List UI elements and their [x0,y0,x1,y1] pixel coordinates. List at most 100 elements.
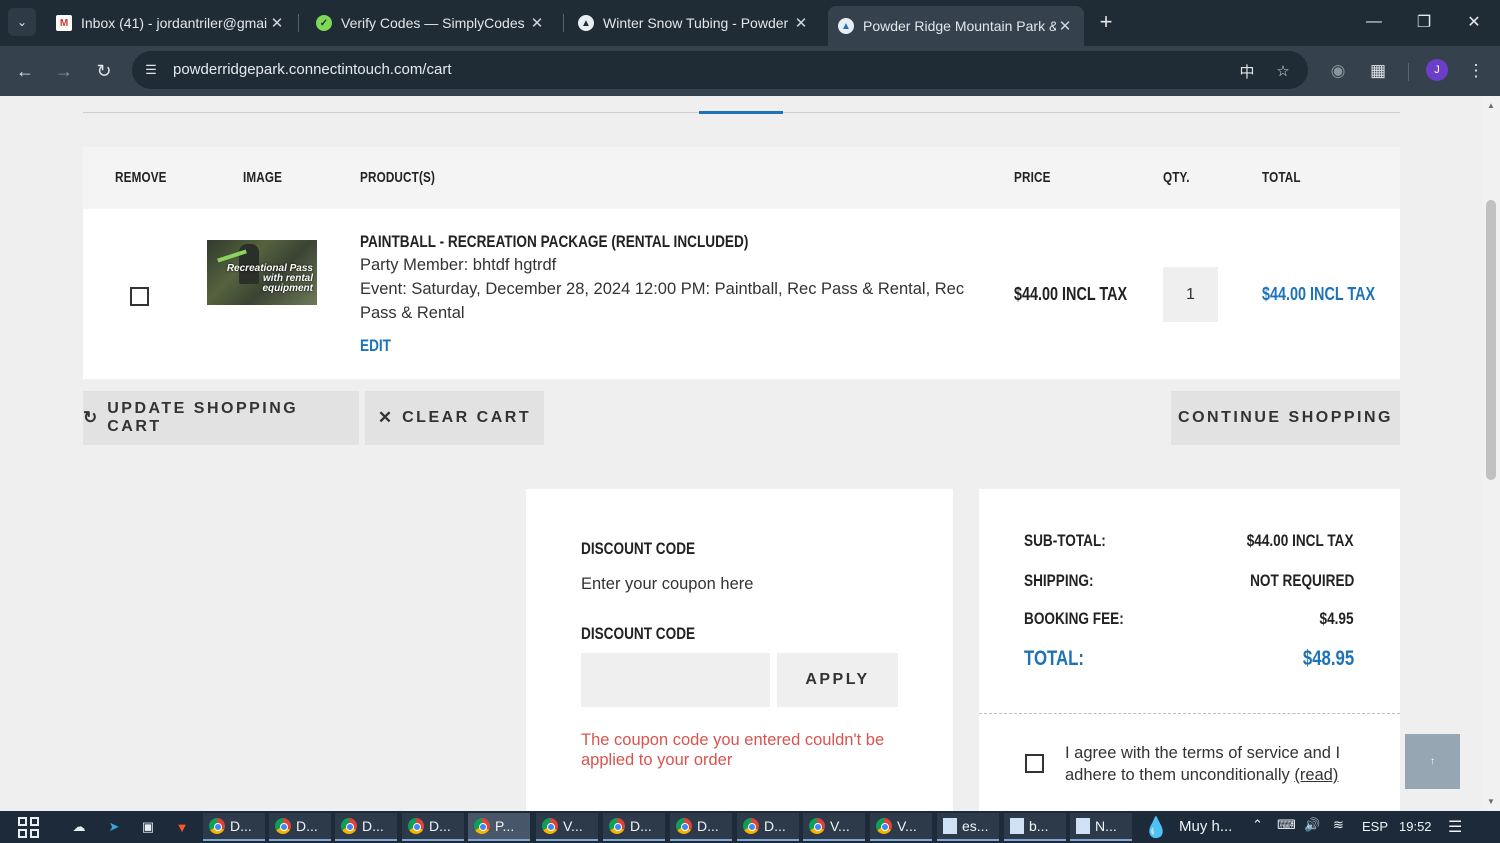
taskbar-app-label: D... [630,818,652,834]
subtotal-label: SUB-TOTAL: [1024,531,1106,550]
taskbar-app-label: V... [897,818,917,834]
close-icon[interactable]: ✕ [268,14,286,32]
discount-code-input[interactable] [581,653,770,707]
bookmark-star-icon[interactable]: ☆ [1273,61,1293,81]
continue-shopping-button[interactable]: CONTINUE SHOPPING [1171,391,1400,445]
scroll-down-arrow-icon[interactable]: ▼ [1486,796,1496,806]
restore-button[interactable]: ❐ [1404,8,1444,36]
taskbar-chrome-window[interactable]: V... [536,813,598,841]
terms-checkbox[interactable] [1025,754,1044,773]
page-scrollbar[interactable]: ▲ ▼ [1482,96,1500,811]
taskbar-chrome-window[interactable]: D... [335,813,397,841]
brave-icon[interactable]: ▼ [171,816,193,838]
telegram-icon[interactable]: ➤ [103,816,125,838]
close-icon[interactable]: ✕ [1056,17,1074,35]
discount-error-message: The coupon code you entered couldn't be … [581,731,885,769]
close-icon[interactable]: ✕ [528,14,546,32]
taskbar-notepad-window[interactable]: N... [1070,813,1132,841]
taskbar-chrome-window[interactable]: D... [269,813,331,841]
taskbar-chrome-window[interactable]: D... [603,813,665,841]
remove-item-checkbox[interactable] [130,287,149,306]
reload-button[interactable]: ↻ [90,57,118,85]
product-name: PAINTBALL - RECREATION PACKAGE (RENTAL I… [360,232,749,251]
tab-winter-snow-tubing[interactable]: ▲ Winter Snow Tubing - Powder R ✕ [568,6,820,40]
quantity-input[interactable]: 1 [1163,267,1218,322]
rain-weather-icon[interactable]: 💧 [1144,816,1169,839]
header-total: TOTAL [1262,169,1301,186]
update-cart-button[interactable]: ↻ UPDATE SHOPPING CART [83,391,359,445]
apply-discount-button[interactable]: APPLY [777,653,898,707]
cart-table: REMOVE IMAGE PRODUCT(S) PRICE QTY. TOTAL… [83,147,1400,379]
volume-icon[interactable]: 🔊 [1304,817,1320,833]
notepad-icon [1010,818,1024,834]
browser-tab-strip: ⌄ M Inbox (41) - jordantriler@gmail. ✕ ✓… [0,0,1500,46]
translate-icon[interactable]: 中 [1237,61,1257,81]
chrome-icon [275,818,291,834]
event-details-line-1: Event: Saturday, December 28, 2024 12:00… [360,280,965,298]
tab-search-button[interactable]: ⌄ [8,8,36,36]
chrome-icon [676,818,692,834]
address-bar[interactable]: ☰ powderridgepark.connectintouch.com/car… [132,51,1308,89]
close-icon: ✕ [377,408,393,427]
show-hidden-icons-icon[interactable]: ⌃ [1252,817,1263,833]
clock-time[interactable]: 19:52 [1399,819,1432,834]
start-button[interactable] [18,817,40,839]
start-tile [18,817,27,826]
taskbar-app-label: D... [697,818,719,834]
start-tile [30,829,39,838]
chrome-icon [209,818,225,834]
simplycodes-icon: ✓ [316,15,332,31]
wifi-icon[interactable]: ≋ [1333,817,1344,833]
taskbar-chrome-window[interactable]: V... [870,813,932,841]
extensions-icon[interactable]: ▦ [1366,59,1390,83]
chrome-icon [876,818,892,834]
keyboard-icon[interactable]: ⌨ [1277,817,1296,833]
forward-button[interactable]: → [50,57,78,85]
tab-simplycodes[interactable]: ✓ Verify Codes — SimplyCodes ✕ [306,6,556,40]
booking-fee-value: $4.95 [1319,609,1354,628]
taskbar-app-label: D... [764,818,786,834]
discount-card: DISCOUNT CODE Enter your coupon here DIS… [526,489,953,811]
weather-text[interactable]: Muy h... [1179,818,1232,835]
profile-avatar[interactable]: J [1426,59,1448,81]
back-to-top-button[interactable]: ↑ [1405,734,1460,789]
shipping-value: NOT REQUIRED [1249,571,1354,590]
product-image[interactable]: Recreational Pass with rental equipment [207,240,317,305]
taskbar-notepad-window[interactable]: es... [937,813,999,841]
notepad-icon [1076,818,1090,834]
browser-menu-icon[interactable]: ⋮ [1464,59,1488,83]
taskbar-chrome-window[interactable]: D... [402,813,464,841]
tab-powder-ridge[interactable]: ▲ Powder Ridge Mountain Park & ✕ [828,6,1084,46]
scroll-thumb[interactable] [1486,200,1496,480]
tab-title: Inbox (41) - jordantriler@gmail. [81,15,268,31]
window-close-button[interactable]: ✕ [1454,8,1494,36]
close-icon[interactable]: ✕ [792,14,810,32]
site-info-icon[interactable]: ☰ [142,61,160,79]
taskbar-app-label: N... [1095,818,1117,834]
taskbar-chrome-window[interactable]: D... [737,813,799,841]
edit-item-link[interactable]: EDIT [360,336,391,356]
new-tab-button[interactable]: + [1093,9,1119,35]
terms-read-link[interactable]: (read) [1294,766,1338,784]
start-tile [18,829,27,838]
minimize-button[interactable]: — [1354,8,1394,36]
back-button[interactable]: ← [11,57,39,85]
weather-widget-icon[interactable]: ☁ [68,816,90,838]
clear-cart-button[interactable]: ✕ CLEAR CART [365,391,544,445]
taskbar-chrome-window[interactable]: D... [203,813,265,841]
taskbar-notepad-window[interactable]: b... [1004,813,1066,841]
taskbar-app-label: P... [495,818,515,834]
tab-gmail[interactable]: M Inbox (41) - jordantriler@gmail. ✕ [46,6,296,40]
site-icon: ▲ [578,15,594,31]
continue-shopping-label: CONTINUE SHOPPING [1178,409,1393,426]
notifications-icon[interactable]: ☰ [1448,817,1462,837]
input-language[interactable]: ESP [1362,819,1388,834]
extension-puzzle-dim-icon[interactable]: ◉ [1326,59,1350,83]
taskbar-chrome-window[interactable]: V... [803,813,865,841]
scroll-up-arrow-icon[interactable]: ▲ [1486,100,1496,110]
url-text[interactable]: powderridgepark.connectintouch.com/cart [173,61,451,78]
photos-icon[interactable]: ▣ [137,816,159,838]
taskbar-chrome-window[interactable]: D... [670,813,732,841]
taskbar-chrome-window-active[interactable]: P... [468,813,530,841]
total-label: TOTAL: [1024,647,1085,670]
